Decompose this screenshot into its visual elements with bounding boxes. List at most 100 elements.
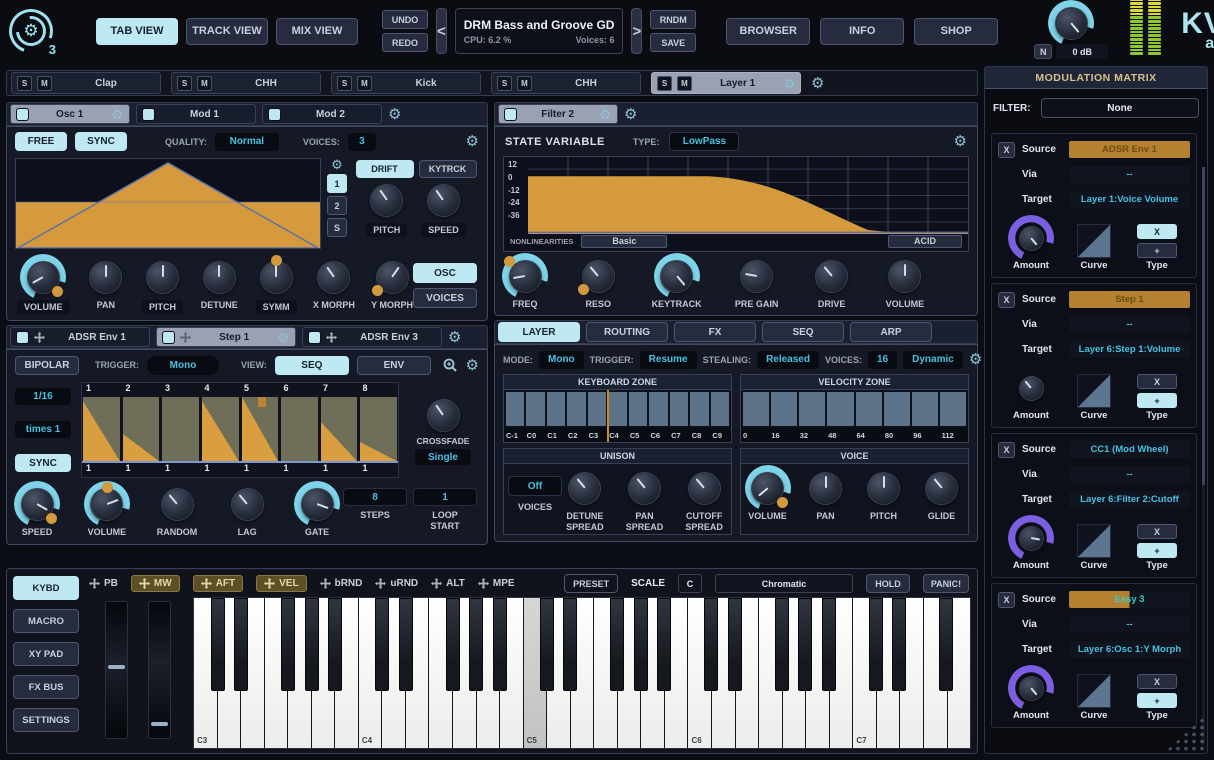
curve-icon[interactable]	[1077, 224, 1111, 258]
seq-gear-icon[interactable]: ⚙	[466, 358, 479, 373]
layer-trigger-select[interactable]: Resume	[640, 351, 697, 369]
seq-view-button[interactable]: SEQ	[275, 356, 349, 375]
piano-key-black[interactable]	[563, 598, 577, 691]
zone-segment[interactable]	[771, 392, 797, 426]
knob-random[interactable]	[157, 484, 197, 524]
zone-segment[interactable]	[629, 392, 647, 426]
piano-key-black[interactable]	[211, 598, 225, 691]
zone-segment[interactable]	[588, 392, 606, 426]
mpe-toggle[interactable]: MPE	[478, 578, 515, 589]
crossfade-mode-select[interactable]: Single	[415, 449, 471, 465]
mod-via-select[interactable]: --	[1069, 616, 1190, 633]
next-preset-button[interactable]: >	[631, 8, 642, 54]
mute-button[interactable]: M	[677, 76, 692, 91]
knob-pan[interactable]	[806, 468, 846, 508]
rate-select[interactable]: 1/16	[15, 388, 71, 405]
mute-button[interactable]: M	[357, 76, 372, 91]
piano-key-black[interactable]	[775, 598, 789, 691]
trigger-select[interactable]: Mono	[147, 356, 219, 375]
tab-filter2[interactable]: Filter 2 ⚙	[498, 104, 618, 124]
type-multiply-button[interactable]: X	[1137, 674, 1177, 689]
nonlinearity-select[interactable]: Basic	[581, 235, 667, 248]
master-volume-knob[interactable]	[1051, 3, 1091, 43]
save-button[interactable]: SAVE	[650, 33, 696, 52]
layer-tab-clap[interactable]: S M Clap	[11, 72, 161, 94]
knob-speed[interactable]	[423, 180, 463, 220]
solo-button[interactable]: S	[337, 76, 352, 91]
layer-tab-kick[interactable]: S M Kick	[331, 72, 481, 94]
knob-gate[interactable]	[297, 484, 337, 524]
type-add-button[interactable]: +	[1137, 693, 1177, 708]
step-cell-3[interactable]	[162, 397, 199, 461]
xy-pad-button[interactable]: XY PAD	[13, 642, 79, 666]
wave-slot-s-button[interactable]: S	[327, 218, 347, 237]
key-select[interactable]: C	[678, 574, 702, 593]
type-add-button[interactable]: +	[1137, 393, 1177, 408]
step-cell-7[interactable]	[321, 397, 358, 461]
layer-strip-gear-icon[interactable]: ⚙	[811, 76, 824, 91]
step1-enable-checkbox[interactable]	[163, 332, 174, 343]
step-cell-6[interactable]	[281, 397, 318, 461]
stealing-select[interactable]: Released	[757, 351, 819, 369]
zone-segment[interactable]	[526, 392, 544, 426]
undo-button[interactable]: UNDO	[382, 10, 428, 29]
mod-source-select[interactable]: Easy 3	[1069, 591, 1190, 608]
knob-speed[interactable]	[17, 484, 57, 524]
piano-key-black[interactable]	[446, 598, 460, 691]
solo-button[interactable]: S	[497, 76, 512, 91]
zone-segment[interactable]	[567, 392, 585, 426]
knob-lag[interactable]	[227, 484, 267, 524]
piano-key-black[interactable]	[399, 598, 413, 691]
piano-key-black[interactable]	[704, 598, 718, 691]
knob-glide[interactable]	[922, 468, 962, 508]
tab-view-button[interactable]: TAB VIEW	[96, 18, 178, 45]
layer-tab-chh1[interactable]: S M CHH	[171, 72, 321, 94]
knob-symm[interactable]	[256, 257, 296, 297]
tab-seq[interactable]: SEQ	[762, 322, 844, 342]
type-multiply-button[interactable]: X	[1137, 224, 1177, 239]
env-view-button[interactable]: ENV	[357, 356, 431, 375]
zone-segment[interactable]	[912, 392, 938, 426]
tab-layer[interactable]: LAYER	[498, 322, 580, 342]
knob-cutoff-spread[interactable]	[684, 468, 724, 508]
keyboard-zone[interactable]: KEYBOARD ZONE C-1C0C1C2C3C4C5C6C7C8C9	[503, 374, 732, 443]
kytrck-button[interactable]: KYTRCK	[419, 160, 477, 178]
filter2-gear-icon[interactable]: ⚙	[599, 108, 611, 121]
waveform-display[interactable]	[15, 158, 321, 249]
sync-toggle[interactable]: SYNC	[15, 454, 71, 472]
piano-key-black[interactable]	[822, 598, 836, 691]
bipolar-button[interactable]: BIPOLAR	[15, 356, 79, 375]
piano-key-black[interactable]	[869, 598, 883, 691]
step-cell-8[interactable]	[360, 397, 397, 461]
preset-scale-button[interactable]: PRESET	[564, 574, 618, 593]
remove-slot-button[interactable]: X	[998, 142, 1015, 158]
osc-view-button[interactable]: OSC	[413, 263, 477, 283]
osc-settings-gear-icon[interactable]: ⚙	[466, 134, 479, 149]
steps-count-select[interactable]: 8	[343, 488, 407, 506]
browser-button[interactable]: BROWSER	[726, 18, 810, 45]
osc-voices-select[interactable]: 3	[348, 133, 376, 151]
mod-target-select[interactable]: Layer 6:Step 1:Volume	[1069, 341, 1190, 358]
knob-volume[interactable]	[87, 484, 127, 524]
knob-pitch[interactable]	[367, 180, 407, 220]
tab-fx[interactable]: FX	[674, 322, 756, 342]
adsr3-enable-checkbox[interactable]	[309, 332, 320, 343]
piano-key-black[interactable]	[305, 598, 319, 691]
layer-settings-gear-icon[interactable]: ⚙	[783, 77, 795, 90]
mute-button[interactable]: M	[37, 76, 52, 91]
step-cell-5[interactable]	[242, 397, 279, 461]
adsr1-enable-checkbox[interactable]	[17, 332, 28, 343]
zone-segment[interactable]	[690, 392, 708, 426]
mod2-enable-checkbox[interactable]	[269, 109, 280, 120]
filter-type-select[interactable]: LowPass	[669, 132, 739, 151]
zone-segment[interactable]	[940, 392, 966, 426]
zone-segment[interactable]	[827, 392, 853, 426]
piano-key-black[interactable]	[610, 598, 624, 691]
remove-slot-button[interactable]: X	[998, 592, 1015, 608]
wave-slot-1-button[interactable]: 1	[327, 174, 347, 193]
knob-y-morph[interactable]	[372, 257, 412, 297]
piano-key-black[interactable]	[728, 598, 742, 691]
tab-adsr-env3[interactable]: ADSR Env 3	[302, 327, 442, 347]
tab-osc1[interactable]: Osc 1 ⚙	[10, 104, 130, 124]
knob-control[interactable]	[1051, 3, 1091, 43]
